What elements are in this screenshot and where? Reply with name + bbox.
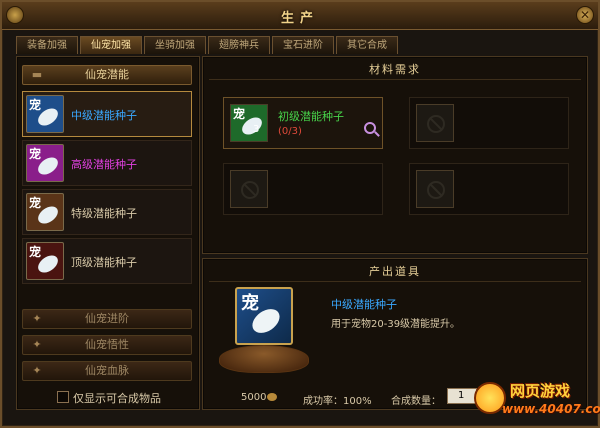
tab-mount-enhance[interactable]: 坐骑加强 <box>144 36 206 54</box>
tab-pet-enhance[interactable]: 仙宠加强 <box>80 36 142 54</box>
empty-slot <box>416 170 454 208</box>
craftable-only-checkbox[interactable] <box>57 391 69 403</box>
pet-seed-icon: 宠 <box>26 193 64 231</box>
success-rate: 成功率：100% <box>303 396 372 407</box>
close-button[interactable]: ✕ <box>576 6 594 24</box>
category-pet-savvy[interactable]: ✦ 仙宠悟性 <box>22 335 192 355</box>
site-watermark-logo: 网页游戏 www.40407.com <box>472 378 600 426</box>
output-item-desc: 用于宠物20-39级潜能提升。 <box>331 319 461 330</box>
material-slot-1[interactable]: 宠 3 初级潜能种子 (0/3) <box>223 97 383 149</box>
icon-glyph: 宠 <box>233 107 246 121</box>
material-slot-2 <box>409 97 569 149</box>
forbidden-icon <box>241 181 259 199</box>
category-pet-potential[interactable]: ▬ 仙宠潜能 <box>22 65 192 85</box>
coin-icon <box>267 393 277 401</box>
expand-icon: ✦ <box>32 312 42 325</box>
tab-wing-weapon[interactable]: 翅膀神兵 <box>208 36 270 54</box>
craftable-only-label: 仅显示可合成物品 <box>73 392 161 405</box>
recipe-item-mid-seed[interactable]: 宠 中级潜能种子 <box>22 91 192 137</box>
output-header: 产出道具 <box>369 265 421 278</box>
pet-seed-icon: 宠 <box>230 104 268 142</box>
category-label: 仙宠进阶 <box>85 312 129 325</box>
recipe-list-panel: ▬ 仙宠潜能 宠 中级潜能种子 宠 高级潜能种子 宠 特级潜能种子 宠 顶级潜能… <box>16 56 200 410</box>
pet-seed-icon: 宠 <box>26 242 64 280</box>
category-pet-bloodline[interactable]: ✦ 仙宠血脉 <box>22 361 192 381</box>
expand-icon: ✦ <box>32 364 42 377</box>
recipe-item-label: 特级潜能种子 <box>71 207 137 220</box>
recipe-item-label: 中级潜能种子 <box>71 109 137 122</box>
production-window: 生产 ✕ 装备加强 仙宠加强 坐骑加强 翅膀神兵 宝石进阶 其它合成 ▬ 仙宠潜… <box>0 0 600 428</box>
materials-panel: 材料需求 宠 3 初级潜能种子 (0/3) <box>202 56 588 254</box>
forbidden-icon <box>427 181 445 199</box>
pet-seed-icon: 宠 <box>26 144 64 182</box>
recipe-item-label: 高级潜能种子 <box>71 158 137 171</box>
expand-icon: ✦ <box>32 338 42 351</box>
logo-text: 网页游戏 <box>510 382 571 400</box>
tab-equipment-enhance[interactable]: 装备加强 <box>16 36 78 54</box>
logo-url: www.40407.com <box>502 402 600 416</box>
tab-other-synthesis[interactable]: 其它合成 <box>336 36 398 54</box>
quantity-label: 合成数量： <box>391 396 441 407</box>
category-pet-advance[interactable]: ✦ 仙宠进阶 <box>22 309 192 329</box>
magnifier-icon[interactable] <box>364 122 376 134</box>
material-slot-3 <box>223 163 383 215</box>
forbidden-icon <box>427 115 445 133</box>
category-label: 仙宠潜能 <box>85 68 129 81</box>
output-item-name: 中级潜能种子 <box>331 298 397 311</box>
recipe-item-top-seed[interactable]: 宠 顶级潜能种子 <box>22 238 192 284</box>
pedestal-icon <box>219 345 309 373</box>
empty-slot <box>230 170 268 208</box>
pet-seed-icon: 宠 <box>26 95 64 133</box>
divider <box>209 79 581 80</box>
collapse-icon: ▬ <box>31 68 43 81</box>
material-slot-4 <box>409 163 569 215</box>
material-name: 初级潜能种子 <box>278 110 344 123</box>
silver-cost: 5000 <box>241 392 267 403</box>
category-label: 仙宠血脉 <box>85 364 129 377</box>
material-quantity: 3 <box>253 124 260 135</box>
output-item-icon[interactable]: 宠 <box>235 287 293 345</box>
empty-slot <box>416 104 454 142</box>
category-label: 仙宠悟性 <box>85 338 129 351</box>
tab-gem-advance[interactable]: 宝石进阶 <box>272 36 334 54</box>
title-bar[interactable]: 生产 ✕ <box>2 2 598 30</box>
recipe-item-special-seed[interactable]: 宠 特级潜能种子 <box>22 189 192 235</box>
icon-glyph: 宠 <box>241 293 259 314</box>
recipe-item-high-seed[interactable]: 宠 高级潜能种子 <box>22 140 192 186</box>
window-title: 生产 <box>280 11 319 26</box>
divider <box>209 281 581 282</box>
material-count: (0/3) <box>278 126 302 137</box>
recipe-item-label: 顶级潜能种子 <box>71 256 137 269</box>
materials-header: 材料需求 <box>369 63 421 76</box>
